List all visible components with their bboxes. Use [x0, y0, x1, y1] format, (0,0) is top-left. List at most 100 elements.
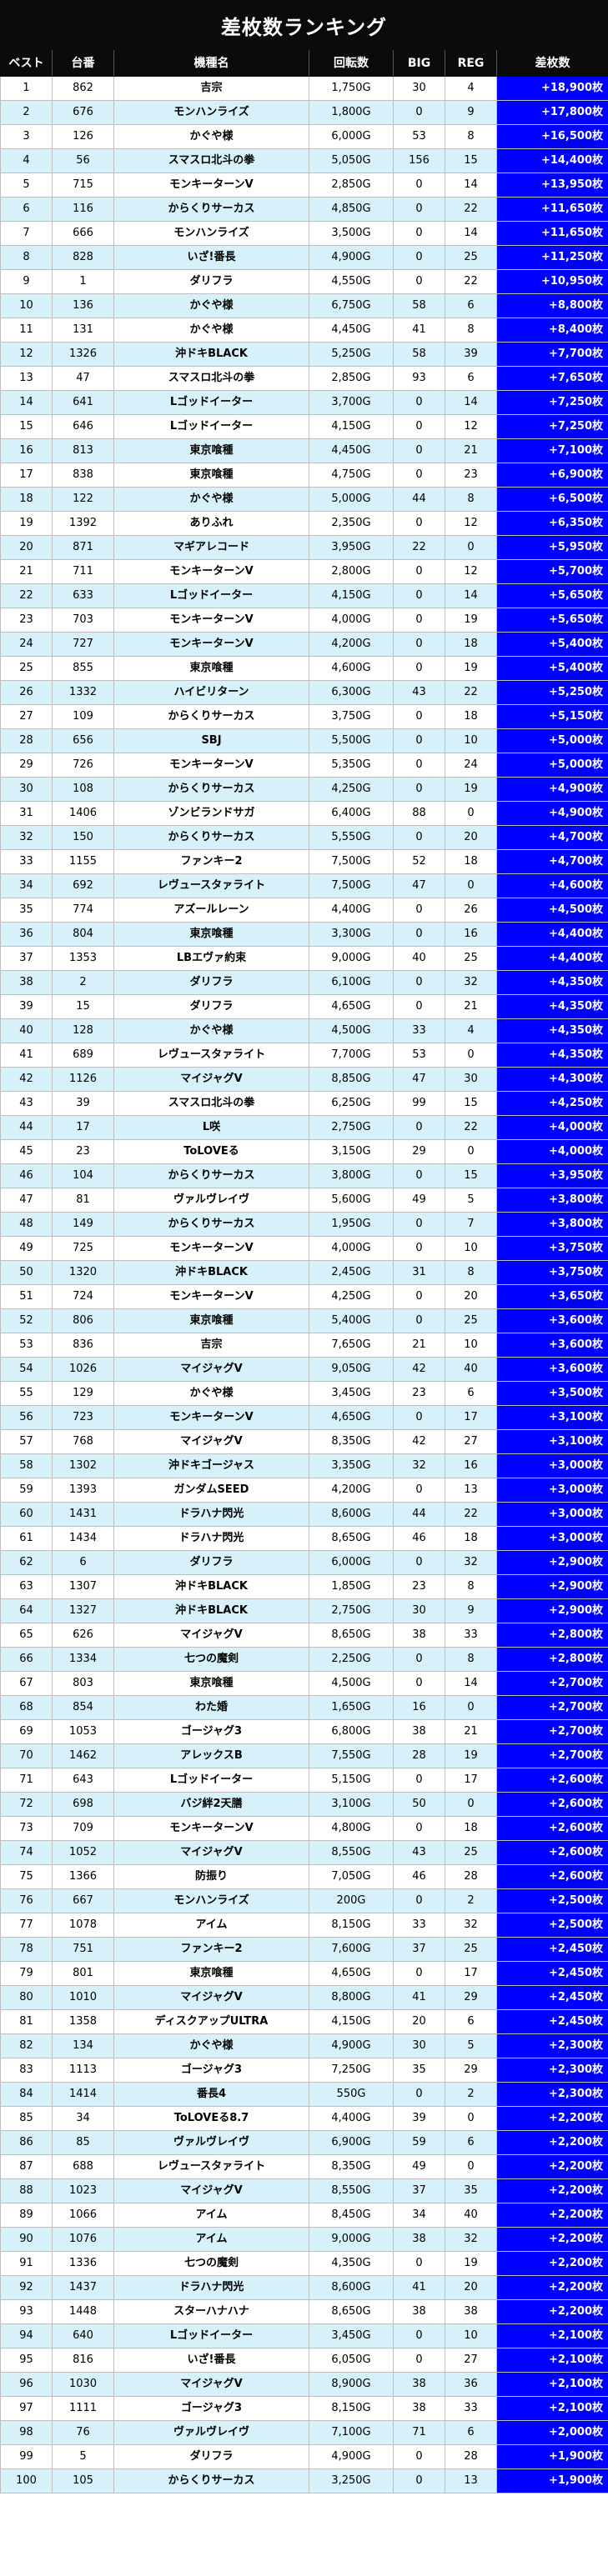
big-cell: 0	[393, 1550, 445, 1575]
reg-cell: 25	[445, 245, 497, 270]
difference-cell: +4,700枚	[496, 825, 608, 850]
machine-number-cell: 626	[52, 1623, 114, 1648]
machine-name-cell: アズールレーン	[113, 898, 309, 923]
machine-name-cell: 七つの魔剣	[113, 1647, 309, 1672]
machine-number-cell: 1414	[52, 2082, 114, 2107]
spins-cell: 1,850G	[309, 1574, 394, 1599]
spins-cell: 3,500G	[309, 221, 394, 246]
big-cell: 37	[393, 2178, 445, 2203]
table-row: 34 692 レヴュースタァライト 7,500G 47 0 +4,600枚	[0, 873, 608, 898]
reg-cell: 0	[445, 801, 497, 826]
table-row: 70 1462 アレックスB 7,550G 28 19 +2,700枚	[0, 1743, 608, 1768]
reg-cell: 4	[445, 1018, 497, 1043]
reg-cell: 6	[445, 1381, 497, 1406]
table-row: 93 1448 スターハナハナ 8,650G 38 38 +2,200枚	[0, 2299, 608, 2324]
machine-number-cell: 47	[52, 366, 114, 391]
rank-cell: 76	[0, 1888, 53, 1913]
reg-cell: 7	[445, 1212, 497, 1237]
machine-number-cell: 1366	[52, 1864, 114, 1889]
spins-cell: 7,500G	[309, 873, 394, 898]
rank-cell: 29	[0, 753, 53, 778]
machine-name-cell: 沖ドキBLACK	[113, 1574, 309, 1599]
reg-cell: 19	[445, 1743, 497, 1768]
machine-name-cell: マイジャグV	[113, 2372, 309, 2397]
spins-cell: 7,250G	[309, 2058, 394, 2083]
machine-name-cell: ありふれ	[113, 511, 309, 536]
difference-cell: +18,900枚	[496, 76, 608, 101]
spins-cell: 4,000G	[309, 1236, 394, 1261]
difference-cell: +14,400枚	[496, 148, 608, 173]
spins-cell: 2,850G	[309, 173, 394, 198]
machine-name-cell: かぐや様	[113, 2033, 309, 2058]
reg-cell: 21	[445, 994, 497, 1019]
difference-cell: +7,100枚	[496, 438, 608, 463]
table-row: 43 39 スマスロ北斗の拳 6,250G 99 15 +4,250枚	[0, 1091, 608, 1116]
spins-cell: 1,800G	[309, 100, 394, 125]
spins-cell: 6,800G	[309, 1719, 394, 1744]
machine-name-cell: からくりサーカス	[113, 2468, 309, 2493]
table-row: 67 803 東京喰種 4,500G 0 14 +2,700枚	[0, 1671, 608, 1696]
machine-number-cell: 134	[52, 2033, 114, 2058]
spins-cell: 8,450G	[309, 2203, 394, 2228]
table-row: 24 727 モンキーターンV 4,200G 0 18 +5,400枚	[0, 632, 608, 657]
spins-cell: 8,650G	[309, 2299, 394, 2324]
rank-cell: 91	[0, 2251, 53, 2276]
big-cell: 21	[393, 1333, 445, 1358]
spins-cell: 7,650G	[309, 1333, 394, 1358]
machine-number-cell: 1111	[52, 2396, 114, 2421]
rank-cell: 89	[0, 2203, 53, 2228]
table-row: 35 774 アズールレーン 4,400G 0 26 +4,500枚	[0, 898, 608, 923]
machine-name-cell: いざ!番長	[113, 2348, 309, 2373]
table-row: 84 1414 番長4 550G 0 2 +2,300枚	[0, 2082, 608, 2107]
machine-number-cell: 1066	[52, 2203, 114, 2228]
difference-cell: +5,150枚	[496, 704, 608, 729]
reg-cell: 35	[445, 2178, 497, 2203]
machine-name-cell: かぐや様	[113, 124, 309, 149]
table-row: 5 715 モンキーターンV 2,850G 0 14 +13,950枚	[0, 173, 608, 198]
table-row: 77 1078 アイム 8,150G 33 32 +2,500枚	[0, 1913, 608, 1938]
difference-cell: +5,400枚	[496, 656, 608, 681]
machine-name-cell: モンキーターンV	[113, 1236, 309, 1261]
rank-cell: 95	[0, 2348, 53, 2373]
difference-cell: +3,800枚	[496, 1188, 608, 1213]
rank-cell: 28	[0, 728, 53, 753]
table-row: 44 17 L咲 2,750G 0 22 +4,000枚	[0, 1115, 608, 1140]
reg-cell: 39	[445, 342, 497, 367]
machine-number-cell: 1030	[52, 2372, 114, 2397]
big-cell: 16	[393, 1695, 445, 1720]
machine-name-cell: ドラハナ閃光	[113, 1502, 309, 1527]
spins-cell: 3,150G	[309, 1139, 394, 1164]
machine-name-cell: 東京喰種	[113, 463, 309, 488]
table-row: 29 726 モンキーターンV 5,350G 0 24 +5,000枚	[0, 753, 608, 778]
machine-number-cell: 136	[52, 293, 114, 318]
spins-cell: 7,500G	[309, 849, 394, 874]
big-cell: 0	[393, 970, 445, 995]
machine-number-cell: 149	[52, 1212, 114, 1237]
rank-cell: 50	[0, 1260, 53, 1285]
machine-name-cell: モンキーターンV	[113, 1284, 309, 1309]
rank-cell: 61	[0, 1526, 53, 1551]
machine-name-cell: マギアレコード	[113, 535, 309, 560]
spins-cell: 2,800G	[309, 559, 394, 584]
machine-number-cell: 1	[52, 269, 114, 294]
machine-number-cell: 703	[52, 608, 114, 633]
difference-cell: +7,250枚	[496, 414, 608, 439]
machine-number-cell: 711	[52, 559, 114, 584]
table-row: 56 723 モンキーターンV 4,650G 0 17 +3,100枚	[0, 1405, 608, 1430]
big-cell: 0	[393, 1163, 445, 1188]
reg-cell: 2	[445, 2082, 497, 2107]
machine-number-cell: 122	[52, 487, 114, 512]
big-cell: 29	[393, 1139, 445, 1164]
table-row: 71 643 Lゴッドイーター 5,150G 0 17 +2,600枚	[0, 1768, 608, 1793]
big-cell: 156	[393, 148, 445, 173]
table-row: 65 626 マイジャグV 8,650G 38 33 +2,800枚	[0, 1623, 608, 1648]
difference-cell: +5,650枚	[496, 583, 608, 608]
rank-cell: 99	[0, 2444, 53, 2469]
spins-cell: 3,300G	[309, 922, 394, 947]
big-cell: 0	[393, 438, 445, 463]
rank-cell: 30	[0, 777, 53, 802]
difference-cell: +4,400枚	[496, 946, 608, 971]
rank-cell: 81	[0, 2009, 53, 2034]
machine-name-cell: L咲	[113, 1115, 309, 1140]
rank-cell: 60	[0, 1502, 53, 1527]
